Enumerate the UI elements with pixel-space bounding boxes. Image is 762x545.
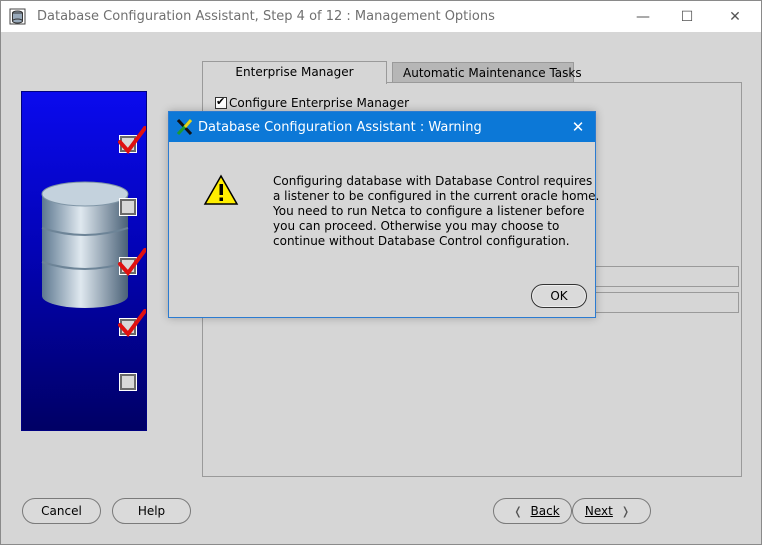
ok-button[interactable]: OK (531, 284, 587, 308)
red-check-icon (118, 309, 146, 337)
warning-message: Configuring database with Database Contr… (273, 174, 600, 249)
text-field[interactable] (595, 266, 739, 287)
warning-dialog: Database Configuration Assistant : Warni… (168, 111, 600, 318)
dialog-title: Database Configuration Assistant : Warni… (198, 120, 482, 135)
main-window: Database Configuration Assistant, Step 4… (0, 0, 762, 545)
tab-automatic-maintenance-tasks[interactable]: Automatic Maintenance Tasks (392, 62, 582, 84)
message-line: continue without Database Control config… (273, 234, 570, 248)
red-check-icon (118, 248, 146, 276)
configure-enterprise-manager-option[interactable]: Configure Enterprise Manager (215, 95, 410, 110)
chevron-right-icon: ❭ (620, 504, 631, 518)
database-cylinder-icon (41, 181, 129, 308)
cancel-button[interactable]: Cancel (22, 498, 101, 524)
close-button[interactable]: ✕ (712, 1, 758, 32)
text-field[interactable] (595, 292, 739, 313)
help-button[interactable]: Help (112, 498, 191, 524)
step-2-checkbox (119, 198, 137, 216)
minimize-button[interactable]: — (620, 1, 666, 32)
configure-enterprise-manager-checkbox[interactable] (215, 95, 227, 109)
maximize-button[interactable]: ☐ (664, 1, 710, 32)
step-1-checkbox (118, 126, 146, 154)
warning-icon (203, 174, 239, 205)
chevron-left-icon: ❬ (513, 504, 523, 518)
message-line: a listener to be configured in the curre… (273, 189, 600, 203)
oracle-x-icon (177, 119, 192, 135)
message-line: You need to run Netca to configure a lis… (273, 204, 585, 218)
step-5-checkbox (119, 373, 137, 391)
configure-enterprise-manager-label: Configure Enterprise Manager (229, 96, 410, 110)
dialog-title-bar: Database Configuration Assistant : Warni… (169, 112, 595, 142)
database-app-icon (9, 8, 26, 25)
message-line: you can proceed. Otherwise you may choos… (273, 219, 560, 233)
back-button[interactable]: ❬ Back (493, 498, 572, 524)
window-title: Database Configuration Assistant, Step 4… (37, 9, 495, 24)
step-progress-panel (21, 91, 147, 431)
dialog-close-button[interactable]: ✕ (565, 116, 591, 138)
step-3-checkbox (118, 248, 146, 276)
back-button-label: Back (530, 504, 560, 518)
tab-enterprise-manager[interactable]: Enterprise Manager (202, 61, 387, 84)
title-bar: Database Configuration Assistant, Step 4… (1, 1, 761, 32)
red-check-icon (118, 126, 146, 154)
next-button-label: Next (584, 504, 613, 518)
message-line: Configuring database with Database Contr… (273, 174, 593, 188)
step-4-checkbox (118, 309, 146, 337)
next-button[interactable]: Next ❭ (572, 498, 651, 524)
